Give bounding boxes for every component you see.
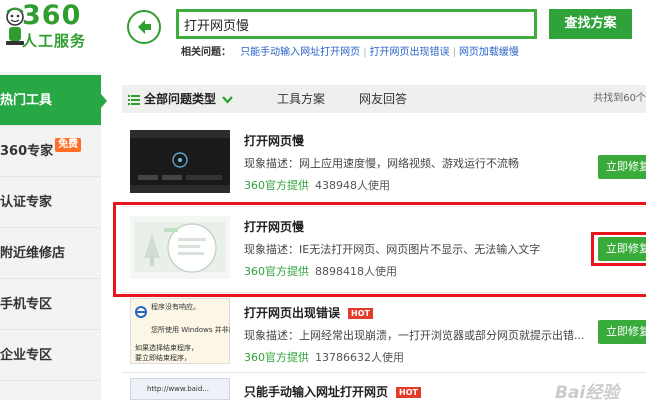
result-thumbnail[interactable]: http://www.baid... [130, 378, 230, 400]
sidebar-item-mobile-zone[interactable]: 手机专区 [0, 279, 101, 330]
provider-label: 360官方提供 [244, 179, 309, 192]
result-title[interactable]: 只能手动输入网址打开网页 HOT [244, 383, 421, 400]
tab-user-answers[interactable]: 网友回答 [359, 85, 407, 113]
filter-bar: 全部问题类型 工具方案 网友回答 共找到60个 [122, 85, 646, 113]
app-root: 360 人工服务 热门工具 360专家 免费 认证专家 附近维修店 手机专区 企业… [0, 0, 646, 400]
result-title[interactable]: 打开网页出现错误 HOT [244, 304, 373, 321]
provider-label: 360官方提供 [244, 351, 309, 364]
list-icon [128, 94, 140, 105]
thumb-text: 程序没有响应。 [151, 303, 200, 311]
highlight-box-row [113, 202, 646, 297]
logo[interactable]: 360 人工服务 [0, 0, 101, 72]
arrow-left-icon [138, 20, 151, 34]
sidebar-item-label: 360专家 [0, 144, 54, 159]
logo-subtitle: 人工服务 [22, 32, 87, 50]
thumb-text: 要立即结束程序， [135, 354, 191, 362]
divider [122, 372, 646, 373]
search-input[interactable] [179, 12, 534, 36]
find-solution-button[interactable]: 查找方案 [549, 9, 632, 39]
thumb-text: 您所使用 Windows 并非原版 [151, 326, 230, 334]
fix-now-button[interactable]: 立即修复 [598, 320, 646, 344]
sidebar-item-label: 认证专家 [0, 195, 53, 210]
all-types-label: 全部问题类型 [144, 92, 217, 106]
related-label: 相关问题： [181, 47, 231, 58]
sidebar-item-label: 企业专区 [0, 348, 53, 363]
related-link[interactable]: 只能手动输入网址打开网页 [240, 47, 360, 58]
back-button[interactable] [127, 10, 161, 44]
result-meta: 360官方提供 438948人使用 [244, 177, 390, 193]
usage-count: 438948人使用 [315, 179, 390, 192]
watermark: Bai经验 [555, 383, 620, 400]
result-item: 程序没有响应。 您所使用 Windows 并非原版 如果选择结束程序， 要立即结… [122, 294, 646, 374]
sidebar-item-label: 附近维修店 [0, 246, 66, 261]
sidebar-menu: 热门工具 360专家 免费 认证专家 附近维修店 手机专区 企业专区 [0, 75, 107, 381]
result-description: 现象描述：网上应用速度慢，网络视频、游戏运行不流畅 [244, 157, 519, 170]
logo-number: 360 [22, 0, 82, 31]
network-speed-thumbnail-icon [130, 130, 230, 193]
related-questions: 相关问题： 只能手动输入网址打开网页 | 打开网页出现错误 | 网页加载缓慢 [181, 47, 519, 58]
all-types-dropdown[interactable]: 全部问题类型 [128, 85, 233, 113]
search-box [176, 9, 537, 39]
related-link[interactable]: 打开网页出现错误 [370, 47, 450, 58]
error-dialog-thumbnail: 程序没有响应。 您所使用 Windows 并非原版 如果选择结束程序， 要立即结… [130, 298, 230, 364]
tab-tool-solutions[interactable]: 工具方案 [277, 85, 325, 113]
sidebar-item-hot-tools[interactable]: 热门工具 [0, 75, 107, 126]
result-title-text: 打开网页出现错误 [244, 306, 341, 320]
thumb-text: 如果选择结束程序， [135, 344, 198, 352]
result-title[interactable]: 打开网页慢 [244, 132, 304, 149]
sidebar-item-label: 手机专区 [0, 297, 53, 312]
result-meta: 360官方提供 13786632人使用 [244, 349, 404, 365]
free-badge: 免费 [55, 138, 82, 152]
ie-icon [135, 306, 147, 318]
result-item: 打开网页慢 现象描述：网上应用速度慢，网络视频、游戏运行不流畅 360官方提供 4… [122, 122, 646, 202]
result-thumbnail[interactable]: 程序没有响应。 您所使用 Windows 并非原版 如果选择结束程序， 要立即结… [130, 298, 230, 364]
address-bar-thumbnail: http://www.baid... [130, 378, 230, 400]
highlight-box-button [591, 232, 646, 266]
result-title-text: 只能手动输入网址打开网页 [244, 385, 389, 399]
hot-badge: HOT [348, 308, 373, 319]
sidebar-item-360-expert[interactable]: 360专家 免费 [0, 126, 101, 177]
sidebar-item-nearby-repair[interactable]: 附近维修店 [0, 228, 101, 279]
usage-count: 13786632人使用 [315, 351, 404, 364]
sidebar-item-certified-expert[interactable]: 认证专家 [0, 177, 101, 228]
thumb-url-text: http://www.baid... [147, 385, 209, 393]
left-sidebar: 360 人工服务 热门工具 360专家 免费 认证专家 附近维修店 手机专区 企业… [0, 0, 107, 400]
sidebar-item-label: 热门工具 [0, 93, 53, 108]
result-thumbnail[interactable] [130, 130, 230, 193]
hot-badge: HOT [396, 387, 421, 398]
chevron-down-icon [222, 95, 233, 104]
result-description: 现象描述：上网经常出现崩溃，一打开浏览器或部分网页就提示出错... [244, 329, 585, 342]
result-count: 共找到60个 [593, 93, 646, 104]
fix-now-button[interactable]: 立即修复 [598, 155, 646, 179]
sidebar-item-enterprise-zone[interactable]: 企业专区 [0, 330, 101, 381]
related-link[interactable]: 网页加载缓慢 [459, 47, 519, 58]
